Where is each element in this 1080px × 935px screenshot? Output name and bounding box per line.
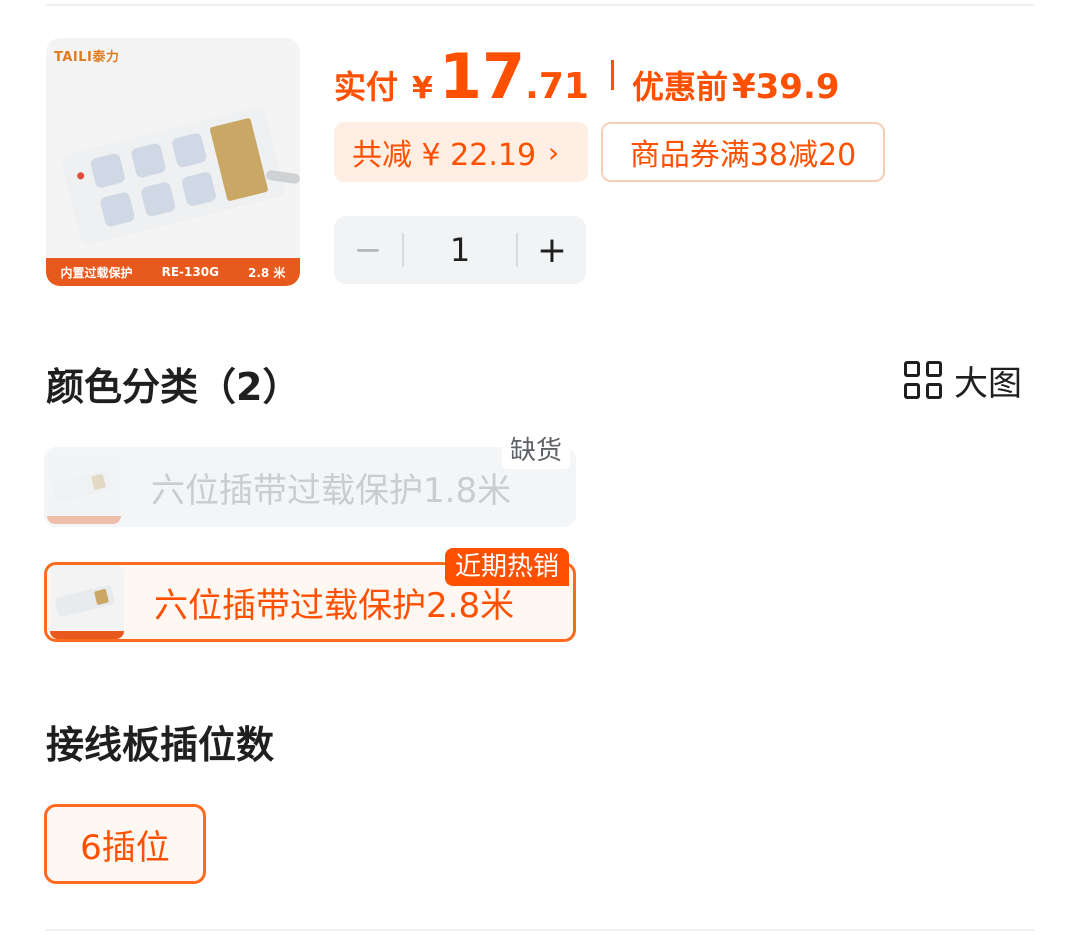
banner-model: RE-130G [161, 265, 219, 279]
currency-symbol: ¥ [412, 71, 433, 106]
paid-label: 实付 [334, 68, 399, 106]
product-image-banner: 内置过载保护 RE-130G 2.8 米 [46, 258, 300, 286]
big-view-button[interactable]: 大图 [904, 358, 1022, 404]
power-strip-image [59, 105, 287, 247]
grid-icon [904, 361, 942, 399]
price-divider [610, 60, 614, 90]
color-section-title: 颜色分类（2） [46, 365, 301, 409]
original-price: ¥39.9 [731, 67, 840, 107]
quantity-stepper: − 1 + [334, 216, 586, 284]
out-of-stock-badge: 缺货 [501, 433, 570, 469]
coupon-text: 商品券满38减20 [629, 138, 857, 173]
big-view-label: 大图 [954, 363, 1022, 404]
banner-feature: 内置过载保护 [60, 265, 133, 280]
original-price-label: 优惠前 [631, 68, 728, 106]
decrease-quantity-button[interactable]: − [334, 230, 402, 270]
price-line: 实付 ¥ 17 .71 优惠前 ¥39.9 [334, 40, 840, 113]
coupon-chip[interactable]: 商品券满38减20 [601, 122, 885, 182]
banner-length: 2.8 米 [248, 265, 286, 280]
option-thumbnail [50, 565, 124, 639]
savings-text: 共减 ¥ 22.19 [352, 138, 537, 173]
quantity-input[interactable]: 1 [404, 231, 516, 269]
option-thumbnail [47, 450, 121, 524]
color-option-2-8m[interactable]: 六位插带过载保护2.8米 近期热销 [44, 548, 576, 642]
price-integer: 17 [438, 40, 526, 113]
color-option-1-8m[interactable]: 六位插带过载保护1.8米 缺货 [44, 433, 576, 527]
brand-logo: TAILI泰力 [54, 50, 120, 65]
top-divider [46, 4, 1034, 6]
socket-option-label: 6插位 [80, 827, 170, 868]
option-label: 六位插带过载保护1.8米 [151, 470, 512, 511]
price-decimal: .71 [525, 66, 589, 107]
socket-count-section-title: 接线板插位数 [46, 723, 275, 767]
increase-quantity-button[interactable]: + [518, 230, 586, 271]
socket-option-6[interactable]: 6插位 [44, 804, 206, 884]
hot-selling-badge: 近期热销 [444, 548, 569, 586]
total-savings-button[interactable]: 共减 ¥ 22.19 › [334, 122, 588, 182]
chevron-right-icon: › [548, 135, 560, 169]
bottom-divider [46, 929, 1034, 931]
product-thumbnail[interactable]: TAILI泰力 内置过载保护 RE-130G 2.8 米 [46, 38, 300, 286]
